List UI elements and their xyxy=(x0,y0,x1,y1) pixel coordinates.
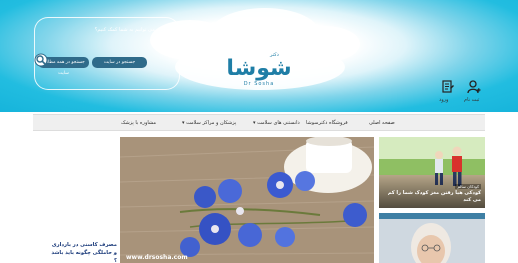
nav-item-consult[interactable]: مشاوره با پزشک xyxy=(121,115,156,132)
site-header: چگونه می توانیم به شما کمک کنیم؟ جستجو د… xyxy=(0,0,518,112)
article-card-kids[interactable]: کودکان سالم کودکی هیا رفتن مغز کودک شما … xyxy=(379,137,485,208)
register-link[interactable]: ثبت نام xyxy=(464,97,479,103)
nav-item-home[interactable]: صفحه اصلی xyxy=(369,115,395,132)
logo-text: شوشا xyxy=(226,56,292,81)
page: چگونه می توانیم به شما کمک کنیم؟ جستجو د… xyxy=(0,0,518,263)
main-navigation: صفحه اصلی فروشگاه دکترسوشا دانستنی های س… xyxy=(33,114,485,131)
search-site-button[interactable]: جستجو در سایت xyxy=(92,57,147,68)
hero-watermark: www.drsosha.com xyxy=(126,254,188,261)
nav-item-shop[interactable]: فروشگاه دکترسوشا xyxy=(306,115,348,132)
login-icon[interactable] xyxy=(441,80,455,94)
chicory-flowers-image xyxy=(120,137,374,263)
search-panel: چگونه می توانیم به شما کمک کنیم؟ جستجو د… xyxy=(34,17,180,90)
elderly-woman-image xyxy=(379,213,485,263)
card-category-badge: کودکان سالم xyxy=(455,184,481,189)
nav-item-doctors-centers[interactable]: پزشکان و مراکز سلامت ▾ xyxy=(182,115,236,132)
user-links: ورود ثبت نام xyxy=(437,80,487,108)
side-article-title[interactable]: مصرف کاسنی در بارداری و حاملگی چگونه بای… xyxy=(47,241,117,263)
register-icon[interactable] xyxy=(467,80,481,94)
article-card-elderly[interactable] xyxy=(379,213,485,263)
nav-item-health-knowledge[interactable]: دانستنی های سلامت ▾ xyxy=(253,115,300,132)
site-logo[interactable]: شوشا دکتر Dr Sosha xyxy=(222,52,296,92)
hero-article-image[interactable]: www.drsosha.com xyxy=(120,137,374,263)
search-question: چگونه می توانیم به شما کمک کنیم؟ xyxy=(94,27,169,33)
login-link[interactable]: ورود xyxy=(439,97,448,103)
logo-subtitle: Dr Sosha xyxy=(243,81,275,87)
logo-small-text: دکتر xyxy=(270,52,279,58)
card-title: کودکی هیا رفتن مغز کودک شما را کم می کند xyxy=(387,190,481,203)
search-icon[interactable] xyxy=(32,52,50,70)
